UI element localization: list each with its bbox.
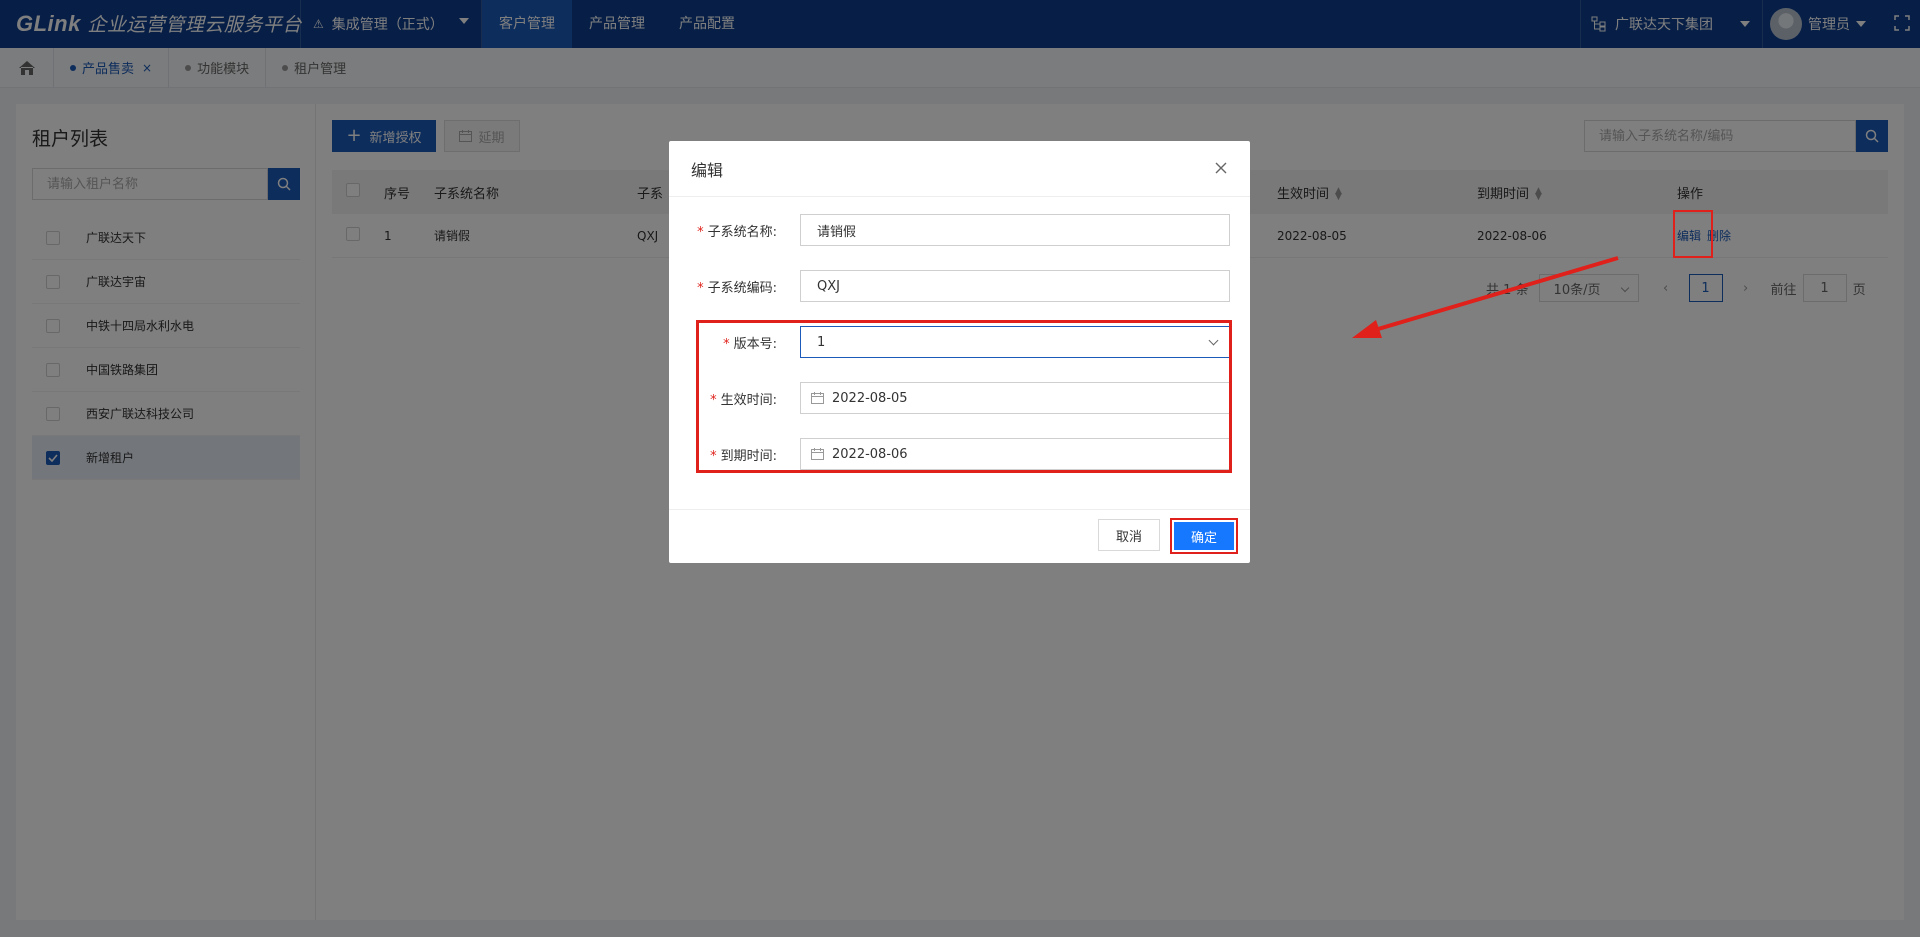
annotation-box-form (696, 320, 1232, 473)
field-subsystem-name: * 子系统名称: 请销假 (669, 214, 1250, 246)
field-subsystem-code: * 子系统编码: QXJ (669, 270, 1250, 302)
subsystem-code-input[interactable]: QXJ (800, 270, 1230, 302)
dialog-title: 编辑 (691, 160, 724, 180)
edit-dialog: 编辑 * 子系统名称: 请销假 * 子系统编码: QXJ * 版本号: 1 * 生效时间… (669, 141, 1250, 563)
confirm-button[interactable]: 确定 (1174, 522, 1234, 550)
confirm-button-highlight: 确定 (1170, 518, 1238, 554)
subsystem-name-input[interactable]: 请销假 (800, 214, 1230, 246)
required-mark: * (697, 224, 704, 240)
close-icon[interactable] (1212, 159, 1230, 177)
label-text: 子系统名称: (707, 224, 777, 240)
required-mark: * (697, 280, 704, 296)
annotation-box-edit (1673, 210, 1713, 258)
cancel-button[interactable]: 取消 (1098, 519, 1160, 551)
dialog-footer (669, 509, 1250, 563)
dialog-header: 编辑 (669, 141, 1250, 197)
field-label: * 子系统名称: (669, 221, 789, 240)
field-label: * 子系统编码: (669, 277, 789, 296)
label-text: 子系统编码: (707, 280, 777, 296)
